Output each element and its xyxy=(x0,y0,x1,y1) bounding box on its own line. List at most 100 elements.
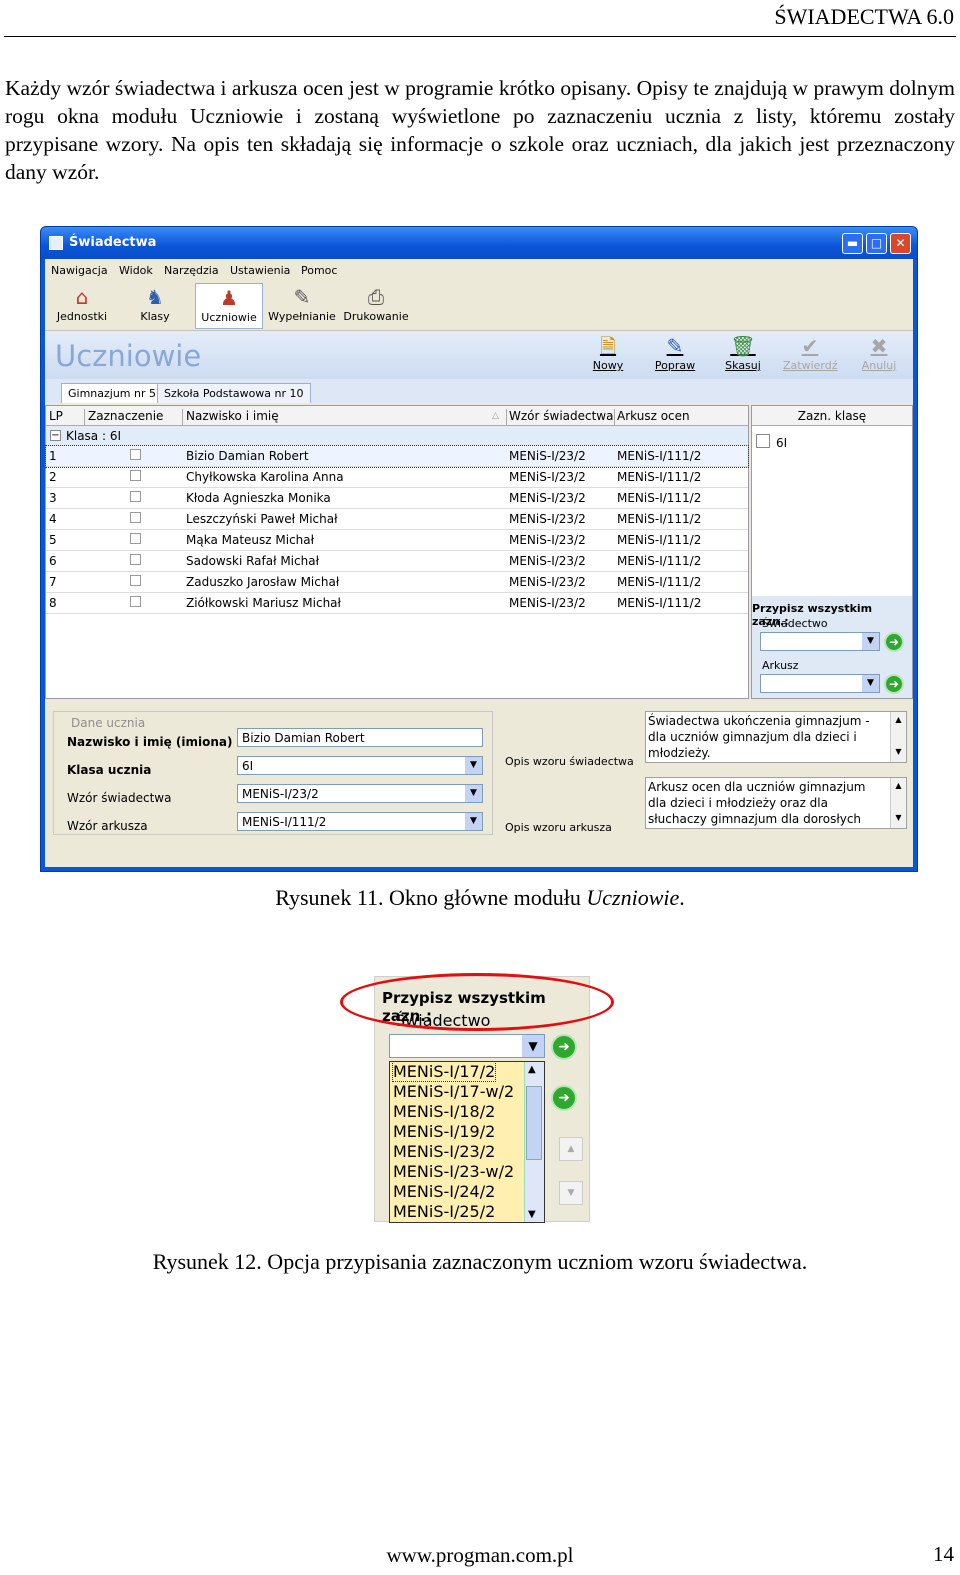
wzor-select[interactable]: MENiS-I/23/2 ▼ xyxy=(237,784,483,803)
toolbar-label: Drukowanie xyxy=(343,310,409,323)
assign-arkusz-combo[interactable]: ▼ xyxy=(760,674,880,693)
dropdown-option[interactable]: MENiS-I/24/2 xyxy=(393,1182,495,1201)
memo-up-icon[interactable]: ▲ xyxy=(559,1137,583,1161)
pen-icon: ✎ xyxy=(293,285,311,309)
chevron-down-icon: ▼ xyxy=(522,1035,544,1057)
collapse-icon[interactable]: − xyxy=(50,430,61,441)
col-arkusz[interactable]: Arkusz ocen xyxy=(617,409,690,423)
apply-button[interactable]: ➜ xyxy=(551,1034,577,1060)
action-label: Skasuj xyxy=(725,359,761,372)
table-row[interactable]: 4 Leszczyński Paweł Michał MENiS-I/23/2 MEN… xyxy=(46,509,748,530)
col-lp[interactable]: LP xyxy=(49,409,63,423)
row-checkbox[interactable] xyxy=(130,470,141,481)
row-lp: 7 xyxy=(49,575,57,589)
row-checkbox[interactable] xyxy=(130,554,141,565)
menu-nawigacja[interactable]: Nawigacja xyxy=(51,264,108,277)
col-wzor[interactable]: Wzór świadectwa xyxy=(509,409,613,423)
class-panel: Zazn. klasę 6I Przypisz wszystkim zazn.:… xyxy=(751,405,913,699)
row-checkbox[interactable] xyxy=(130,533,141,544)
check-icon: ✔ xyxy=(801,334,819,358)
dropdown-option[interactable]: MENiS-I/17-w/2 xyxy=(393,1082,514,1101)
table-row[interactable]: 7 Zaduszko Jarosław Michał MENiS-I/23/2 MEN… xyxy=(46,572,748,593)
wzor-label: Wzór świadectwa xyxy=(67,791,172,805)
toolbar-uczniowie[interactable]: ♟ Uczniowie xyxy=(195,283,263,329)
tab-szkola-podstawowa-10[interactable]: Szkoła Podstawowa nr 10 xyxy=(157,383,311,403)
students-grid: LP Zaznaczenie Nazwisko i imię △ Wzór św… xyxy=(45,405,749,699)
edit-button[interactable]: ✎ Popraw xyxy=(653,333,697,372)
scroll-down-icon[interactable]: ▼ xyxy=(528,1209,536,1220)
row-arkusz: MENiS-I/111/2 xyxy=(617,596,702,610)
arkusz-select[interactable]: MENiS-I/111/2 ▼ xyxy=(237,812,483,831)
row-checkbox[interactable] xyxy=(130,575,141,586)
title-bar: Świadectwa ▬ □ ✕ xyxy=(41,227,917,259)
memo-down-icon[interactable]: ▼ xyxy=(559,1181,583,1205)
menu-ustawienia[interactable]: Ustawienia xyxy=(230,264,290,277)
row-arkusz: MENiS-I/111/2 xyxy=(617,470,702,484)
header-rule xyxy=(4,36,956,37)
table-row[interactable]: 1 Bizio Damian Robert MENiS-I/23/2 MENiS-I/… xyxy=(45,445,749,468)
menu-widok[interactable]: Widok xyxy=(119,264,153,277)
group-row[interactable]: − Klasa : 6I xyxy=(46,426,748,446)
row-wzor: MENiS-I/23/2 xyxy=(509,533,586,547)
apply-arkusz-button[interactable]: ➜ xyxy=(884,674,904,694)
table-row[interactable]: 3 Kłoda Agnieszka Monika MENiS-I/23/2 MENiS… xyxy=(46,488,748,509)
class-select[interactable]: 6I ▼ xyxy=(237,756,483,775)
confirm-button[interactable]: ✔ Zatwierdź xyxy=(783,333,838,372)
dropdown-option[interactable]: MENiS-I/19/2 xyxy=(393,1122,495,1141)
new-button[interactable]: 🗎 Nowy xyxy=(591,333,625,372)
opis-swiadectwa-memo[interactable]: Świadectwa ukończenia gimnazjum - dla uc… xyxy=(645,711,907,763)
scroll-thumb[interactable] xyxy=(526,1086,542,1160)
table-row[interactable]: 6 Sadowski Rafał Michał MENiS-I/23/2 MENiS-… xyxy=(46,551,748,572)
name-field[interactable]: Bizio Damian Robert xyxy=(237,728,483,747)
row-name: Zaduszko Jarosław Michał xyxy=(186,575,340,589)
table-row[interactable]: 8 Ziółkowski Mariusz Michał MENiS-I/23/2 ME… xyxy=(46,593,748,614)
toolbar-label: Klasy xyxy=(140,310,170,323)
tab-gimnazjum-5[interactable]: Gimnazjum nr 5 xyxy=(61,383,164,403)
col-nazwisko[interactable]: Nazwisko i imię xyxy=(186,409,279,423)
apply-swiadectwo-button[interactable]: ➜ xyxy=(884,632,904,652)
caption-text: . xyxy=(679,885,685,910)
toolbar-klasy[interactable]: ♞ Klasy xyxy=(131,283,179,329)
row-checkbox[interactable] xyxy=(130,491,141,502)
opis-arkusza-memo[interactable]: Arkusz ocen dla uczniów gimnazjum dla dz… xyxy=(645,777,907,829)
row-wzor: MENiS-I/23/2 xyxy=(509,449,586,463)
memo-scrollbar[interactable]: ▲ ▼ xyxy=(890,712,906,762)
class-label: 6I xyxy=(776,436,788,450)
template-dropdown-list[interactable]: MENiS-I/17/2 MENiS-I/17-w/2 MENiS-I/18/2 ME… xyxy=(389,1061,545,1223)
class-checkbox[interactable] xyxy=(756,434,770,448)
details-caption: Dane ucznia xyxy=(68,716,149,730)
toolbar-wypelnianie[interactable]: ✎ Wypełnianie xyxy=(267,283,337,329)
arkusz-label: Wzór arkusza xyxy=(67,819,148,833)
row-checkbox[interactable] xyxy=(130,512,141,523)
row-checkbox[interactable] xyxy=(130,596,141,607)
minimize-button[interactable]: ▬ xyxy=(842,233,863,254)
row-arkusz: MENiS-I/111/2 xyxy=(617,491,702,505)
apply-arkusz-button[interactable]: ➜ xyxy=(551,1085,577,1111)
dropdown-option[interactable]: MENiS-I/23/2 xyxy=(393,1142,495,1161)
col-zaznaczenie[interactable]: Zaznaczenie xyxy=(88,409,163,423)
toolbar-jednostki[interactable]: ⌂ Jednostki xyxy=(53,283,111,329)
figure-12-caption: Rysunek 12. Opcja przypisania zaznaczony… xyxy=(152,1249,808,1274)
memo-scrollbar[interactable]: ▲ ▼ xyxy=(890,778,906,828)
table-row[interactable]: 5 Mąka Mateusz Michał MENiS-I/23/2 MENiS-I/… xyxy=(46,530,748,551)
list-scrollbar[interactable]: ▲ ▼ xyxy=(524,1062,544,1222)
menu-pomoc[interactable]: Pomoc xyxy=(301,264,337,277)
dropdown-option[interactable]: MENiS-I/17/2 xyxy=(391,1061,497,1082)
dropdown-option[interactable]: MENiS-I/18/2 xyxy=(393,1102,495,1121)
swiadectwo-combo[interactable]: ▼ xyxy=(389,1034,545,1058)
scroll-up-icon[interactable]: ▲ xyxy=(528,1064,536,1075)
delete-button[interactable]: 🗑 Skasuj xyxy=(725,333,761,372)
menu-narzedzia[interactable]: Narzędzia xyxy=(164,264,219,277)
menu-bar: Nawigacja Widok Narzędzia Ustawienia Pom… xyxy=(45,259,913,281)
dropdown-option[interactable]: MENiS-I/23-w/2 xyxy=(393,1162,514,1181)
assign-swiadectwo-combo[interactable]: ▼ xyxy=(760,632,880,651)
toolbar-label: Uczniowie xyxy=(201,311,257,324)
dropdown-option[interactable]: MENiS-I/25/2 xyxy=(393,1202,495,1221)
close-button[interactable]: ✕ xyxy=(890,233,911,254)
toolbar-drukowanie[interactable]: ⎙ Drukowanie xyxy=(343,283,409,329)
name-label: Nazwisko i imię (imiona) xyxy=(67,735,233,749)
row-checkbox[interactable] xyxy=(130,449,141,460)
cancel-button[interactable]: ✖ Anuluj xyxy=(859,333,899,372)
table-row[interactable]: 2 Chyłkowska Karolina Anna MENiS-I/23/2 MEN… xyxy=(46,467,748,488)
maximize-button[interactable]: □ xyxy=(866,233,887,254)
